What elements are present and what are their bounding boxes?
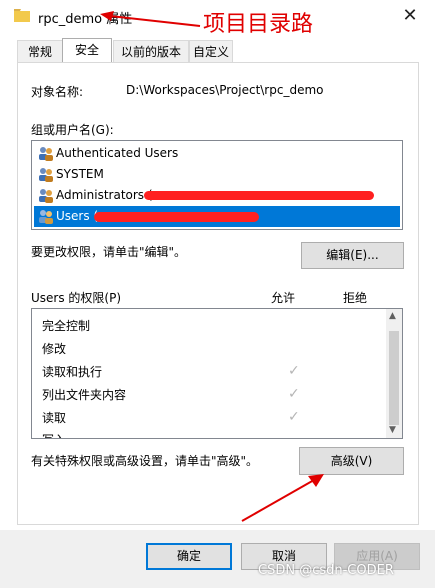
permission-label: 列出文件夹内容 bbox=[42, 388, 127, 402]
permission-label: 修改 bbox=[42, 342, 67, 356]
scroll-thumb[interactable] bbox=[389, 331, 399, 425]
tab-customize[interactable]: 自定义 bbox=[189, 40, 233, 63]
permissions-title: Users 的权限(P) bbox=[31, 291, 122, 305]
redaction-mark bbox=[94, 212, 259, 222]
users-icon bbox=[39, 210, 53, 224]
object-name-label: 对象名称: bbox=[31, 85, 84, 99]
permission-row: 修改 bbox=[42, 340, 302, 362]
users-icon bbox=[39, 147, 53, 161]
permission-row: 列出文件夹内容 ✓ bbox=[42, 386, 302, 408]
users-icon bbox=[39, 189, 53, 203]
ok-button[interactable]: 确定 bbox=[146, 543, 232, 570]
tab-security[interactable]: 安全 bbox=[62, 38, 112, 63]
permissions-list[interactable]: 完全控制 修改 读取和执行 ✓ 列出文件夹内容 ✓ 读取 ✓ 写入 ▲ ▼ bbox=[31, 308, 403, 439]
scroll-up-icon[interactable]: ▲ bbox=[389, 311, 396, 321]
close-icon[interactable]: ✕ bbox=[398, 4, 422, 28]
allow-column-header: 允许 bbox=[271, 291, 296, 305]
edit-button[interactable]: 编辑(E)... bbox=[301, 242, 404, 269]
list-item-label: Users ( bbox=[56, 209, 99, 223]
annotation-text: 项目目录路 bbox=[203, 12, 314, 37]
list-item[interactable]: Authenticated Users bbox=[34, 143, 400, 164]
permission-row: 读取和执行 ✓ bbox=[42, 363, 302, 385]
permission-row: 写入 bbox=[42, 431, 302, 438]
groups-label: 组或用户名(G): bbox=[31, 123, 114, 137]
redaction-mark bbox=[144, 191, 374, 200]
edit-hint: 要更改权限，请单击"编辑"。 bbox=[31, 245, 187, 259]
permission-row: 读取 ✓ bbox=[42, 409, 302, 431]
permission-row: 完全控制 bbox=[42, 317, 302, 339]
tab-previous-versions[interactable]: 以前的版本 bbox=[113, 40, 189, 63]
permission-label: 写入 bbox=[42, 433, 66, 438]
users-icon bbox=[39, 168, 53, 182]
list-item[interactable]: Administrators ( bbox=[34, 185, 400, 206]
permission-label: 读取和执行 bbox=[42, 365, 103, 379]
permission-label: 完全控制 bbox=[42, 319, 91, 333]
allow-check-icon: ✓ bbox=[288, 409, 300, 425]
scrollbar[interactable]: ▲ ▼ bbox=[386, 309, 402, 438]
allow-check-icon: ✓ bbox=[288, 386, 300, 402]
advanced-hint: 有关特殊权限或高级设置，请单击"高级"。 bbox=[31, 454, 259, 468]
tab-general[interactable]: 常规 bbox=[17, 40, 63, 63]
list-item-selected[interactable]: Users ( bbox=[34, 206, 400, 227]
group-user-list[interactable]: Authenticated Users SYSTEM Administrator… bbox=[31, 140, 403, 230]
list-item-label: SYSTEM bbox=[56, 167, 104, 181]
annotation-arrow bbox=[100, 11, 201, 27]
allow-check-icon: ✓ bbox=[288, 363, 300, 379]
list-item[interactable]: SYSTEM bbox=[34, 164, 400, 185]
folder-icon bbox=[14, 9, 30, 22]
object-name-value: D:\Workspaces\Project\rpc_demo bbox=[126, 83, 324, 97]
scroll-down-icon[interactable]: ▼ bbox=[389, 425, 396, 435]
watermark: CSDN @csdn-CODER bbox=[258, 563, 394, 578]
permission-label: 读取 bbox=[42, 411, 67, 425]
list-item-label: Authenticated Users bbox=[56, 146, 179, 160]
annotation-arrow bbox=[241, 474, 324, 522]
deny-column-header: 拒绝 bbox=[343, 291, 368, 305]
list-item-label: Administrators ( bbox=[56, 188, 153, 202]
